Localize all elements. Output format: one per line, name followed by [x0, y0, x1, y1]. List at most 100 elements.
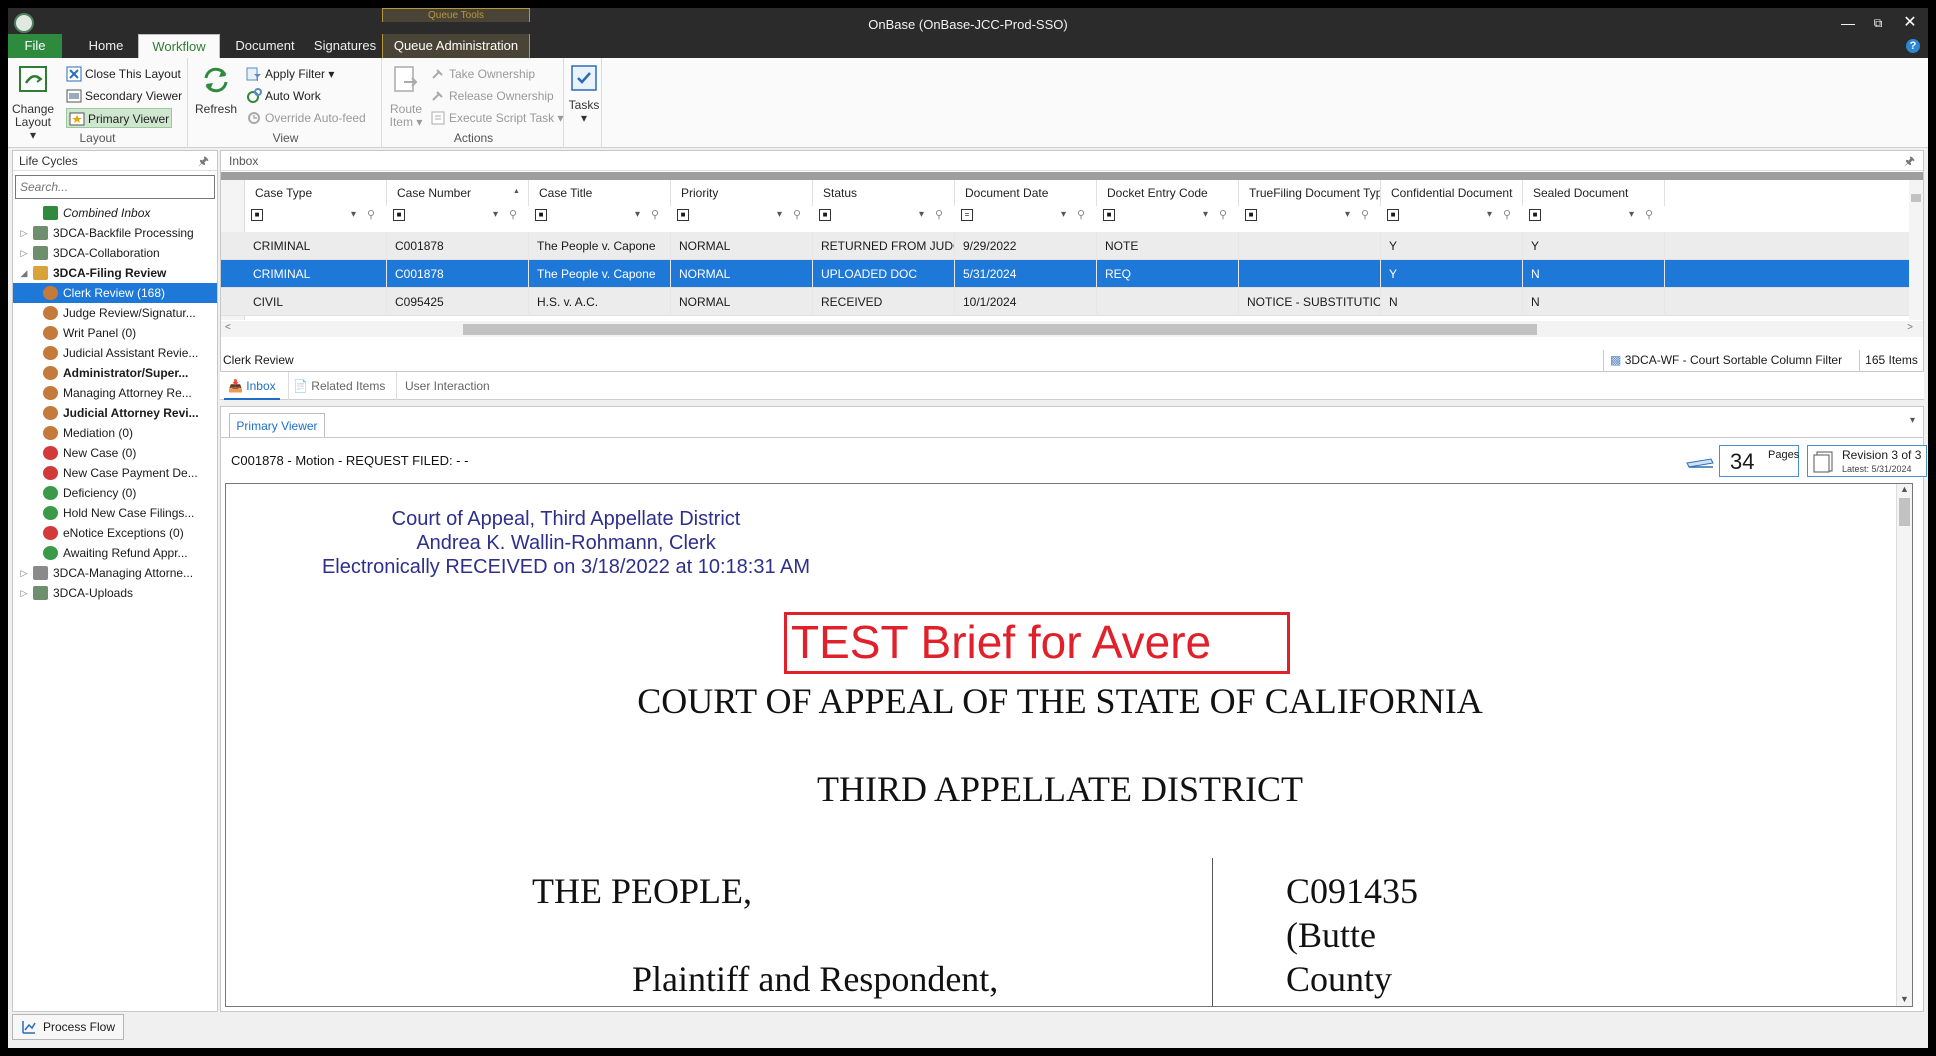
tree-item[interactable]: ◢ 3DCA-Filing Review	[13, 263, 217, 283]
active-filter-indicator[interactable]: ▩ 3DCA-WF - Court Sortable Column Filter	[1603, 350, 1857, 371]
tree-item[interactable]: ▷ 3DCA-Uploads	[13, 583, 217, 603]
tree-expand-icon[interactable]: ▷	[19, 583, 29, 603]
secondary-viewer-button[interactable]: Secondary Viewer	[66, 86, 182, 106]
restore-icon[interactable]: ⧉	[1864, 12, 1892, 34]
column-header[interactable]: Confidential Document	[1381, 180, 1523, 206]
tab-file[interactable]: File	[8, 34, 62, 58]
clear-filter-icon[interactable]: ⚲	[1361, 208, 1369, 221]
column-filter[interactable]: ■ ▾ ⚲	[529, 206, 671, 230]
clear-filter-icon[interactable]: ⚲	[1645, 208, 1653, 221]
release-ownership-button[interactable]: Release Ownership	[430, 86, 554, 106]
scroll-left-icon[interactable]: <	[225, 322, 231, 333]
tab-inbox[interactable]: 📥 Inbox	[224, 372, 280, 400]
clear-filter-icon[interactable]: ⚲	[1077, 208, 1085, 221]
clear-filter-icon[interactable]: ⚲	[935, 208, 943, 221]
filter-operator-icon[interactable]: ■	[251, 209, 263, 221]
filter-dropdown-icon[interactable]: ▾	[351, 209, 356, 220]
close-layout-button[interactable]: Close This Layout	[66, 64, 181, 84]
process-flow-button[interactable]: Process Flow	[12, 1014, 124, 1040]
filter-operator-icon[interactable]: ■	[1245, 209, 1257, 221]
column-filter[interactable]: ■ ▾ ⚲	[245, 206, 387, 230]
tree-item[interactable]: New Case Payment De...	[13, 463, 217, 483]
tree-expand-icon[interactable]: ▷	[19, 223, 29, 243]
column-filter[interactable]: ■ ▾ ⚲	[387, 206, 529, 230]
tab-primary-viewer[interactable]: Primary Viewer	[229, 413, 325, 437]
column-filter[interactable]: = ▾ ⚲	[955, 206, 1097, 230]
filter-operator-icon[interactable]: ■	[1387, 209, 1399, 221]
filter-dropdown-icon[interactable]: ▾	[635, 209, 640, 220]
column-filter[interactable]: ■ ▾ ⚲	[671, 206, 813, 230]
tree-item[interactable]: ▷ 3DCA-Collaboration	[13, 243, 217, 263]
clear-filter-icon[interactable]: ⚲	[367, 208, 375, 221]
tree-item[interactable]: Deficiency (0)	[13, 483, 217, 503]
clear-filter-icon[interactable]: ⚲	[651, 208, 659, 221]
tab-related-items[interactable]: 📄 Related Items	[288, 372, 385, 400]
scroll-down-icon[interactable]: ▼	[1900, 994, 1909, 1004]
sort-ascending-icon[interactable]: ▲	[513, 188, 520, 195]
tab-workflow[interactable]: Workflow	[138, 34, 220, 58]
tab-user-interaction[interactable]: User Interaction	[396, 372, 490, 400]
column-header[interactable]: Case Number	[387, 180, 529, 206]
tree-item[interactable]: New Case (0)	[13, 443, 217, 463]
refresh-button[interactable]: Refresh	[194, 64, 238, 116]
tab-signatures[interactable]: Signatures	[308, 34, 382, 58]
filter-dropdown-icon[interactable]: ▾	[777, 209, 782, 220]
column-header[interactable]: Docket Entry Code	[1097, 180, 1239, 206]
document-vertical-scrollbar[interactable]: ▲ ▼	[1896, 484, 1912, 1006]
filter-dropdown-icon[interactable]: ▾	[1345, 209, 1350, 220]
vertical-scroll-thumb[interactable]	[1899, 498, 1910, 526]
help-icon[interactable]: ?	[1906, 39, 1920, 53]
tree-item[interactable]: Hold New Case Filings...	[13, 503, 217, 523]
filter-dropdown-icon[interactable]: ▾	[919, 209, 924, 220]
filter-dropdown-icon[interactable]: ▾	[1061, 209, 1066, 220]
tree-item[interactable]: ▷ 3DCA-Backfile Processing	[13, 223, 217, 243]
tree-item[interactable]: Judicial Assistant Revie...	[13, 343, 217, 363]
filter-dropdown-icon[interactable]: ▾	[1629, 209, 1634, 220]
grid-vertical-scrollbar[interactable]	[1909, 180, 1923, 320]
grid-scroll-thumb[interactable]	[1911, 194, 1921, 202]
column-filter[interactable]: ■ ▾ ⚲	[1381, 206, 1523, 230]
apply-filter-button[interactable]: Apply Filter ▾	[246, 64, 334, 84]
horizontal-scroll-thumb[interactable]	[463, 324, 1537, 335]
tree-item[interactable]: eNotice Exceptions (0)	[13, 523, 217, 543]
tree-item[interactable]: Clerk Review (168)	[13, 283, 217, 303]
tree-expand-icon[interactable]: ▷	[19, 243, 29, 263]
column-filter[interactable]: ■ ▾ ⚲	[1523, 206, 1665, 230]
override-auto-feed-button[interactable]: Override Auto-feed	[246, 108, 366, 128]
tree-item[interactable]: Managing Attorney Re...	[13, 383, 217, 403]
horizontal-scrollbar[interactable]: < >	[221, 321, 1923, 337]
clear-filter-icon[interactable]: ⚲	[1503, 208, 1511, 221]
revision-box[interactable]: Revision 3 of 3 Latest: 5/31/2024	[1807, 445, 1927, 477]
tree-item[interactable]: Mediation (0)	[13, 423, 217, 443]
column-header[interactable]: Case Type	[245, 180, 387, 206]
minimize-icon[interactable]: —	[1834, 12, 1862, 34]
column-header[interactable]: Priority	[671, 180, 813, 206]
viewer-menu-chevron-icon[interactable]: ▾	[1910, 415, 1915, 426]
scroll-right-icon[interactable]: >	[1907, 322, 1913, 333]
tree-item[interactable]: Administrator/Super...	[13, 363, 217, 383]
filter-operator-icon[interactable]: ■	[819, 209, 831, 221]
column-filter[interactable]: ■ ▾ ⚲	[813, 206, 955, 230]
tree-item[interactable]: Judicial Attorney Revi...	[13, 403, 217, 423]
column-header[interactable]: Case Title	[529, 180, 671, 206]
clear-filter-icon[interactable]: ⚲	[509, 208, 517, 221]
stapler-icon[interactable]	[1685, 451, 1715, 471]
column-filter[interactable]: ■ ▾ ⚲	[1239, 206, 1381, 230]
clear-filter-icon[interactable]: ⚲	[793, 208, 801, 221]
tree-item[interactable]: Awaiting Refund Appr...	[13, 543, 217, 563]
tree-item[interactable]: Writ Panel (0)	[13, 323, 217, 343]
tree-item[interactable]: Judge Review/Signatur...	[13, 303, 217, 323]
filter-dropdown-icon[interactable]: ▾	[1487, 209, 1492, 220]
tasks-button[interactable]: Tasks ▾	[568, 64, 600, 125]
tree-item[interactable]: Combined Inbox	[13, 203, 217, 223]
filter-operator-icon[interactable]: ■	[393, 209, 405, 221]
column-filter[interactable]: ■ ▾ ⚲	[1097, 206, 1239, 230]
inbox-pin-icon[interactable]: 🖈	[1904, 151, 1915, 171]
tree-item[interactable]: ▷ 3DCA-Managing Attorne...	[13, 563, 217, 583]
filter-dropdown-icon[interactable]: ▾	[1203, 209, 1208, 220]
route-item-button[interactable]: Route Item ▾	[386, 64, 426, 129]
filter-operator-icon[interactable]: ■	[1103, 209, 1115, 221]
document-page[interactable]: Court of Appeal, Third Appellate Distric…	[225, 483, 1913, 1007]
filter-operator-icon[interactable]: =	[961, 209, 973, 221]
primary-viewer-button[interactable]: Primary Viewer	[66, 108, 173, 128]
